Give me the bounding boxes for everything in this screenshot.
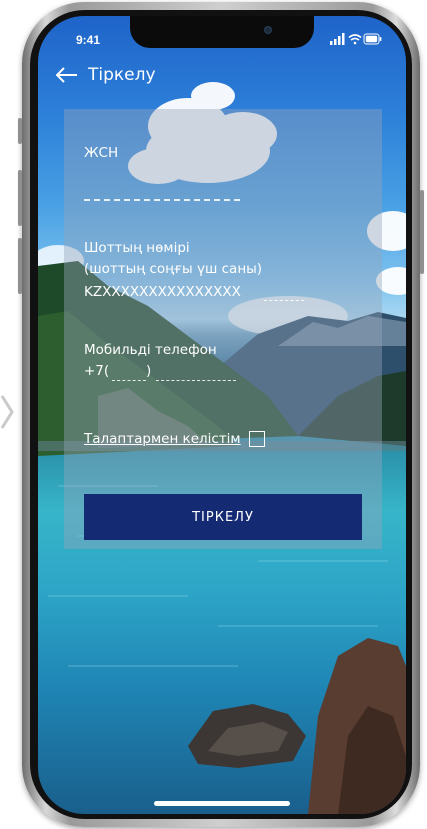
silent-switch — [18, 118, 22, 144]
iin-label: ЖСН — [84, 145, 119, 161]
iin-input[interactable] — [84, 171, 244, 195]
power-button — [420, 190, 424, 274]
account-label-line1: Шоттың нөмірі — [84, 240, 190, 256]
status-time: 9:41 — [76, 33, 101, 47]
phone-code-underline — [112, 380, 146, 381]
register-button[interactable]: ТІРКЕЛУ — [84, 494, 362, 540]
volume-up-button — [18, 170, 22, 226]
wifi-icon — [348, 34, 362, 45]
volume-down-button — [18, 238, 22, 294]
phone-label: Мобильді телефон — [84, 342, 217, 358]
agree-terms-link[interactable]: Талаптармен келістім — [84, 431, 241, 447]
iin-underline — [84, 199, 240, 201]
phone-number-underline — [156, 380, 236, 381]
phone-prefix: +7( — [84, 363, 110, 379]
account-label-line2: (шоттың соңғы үш саны) — [84, 261, 263, 277]
status-icons — [330, 33, 382, 45]
signal-icon — [330, 33, 345, 45]
agree-row: Талаптармен келістім — [84, 431, 265, 447]
front-camera — [264, 26, 272, 34]
home-indicator[interactable] — [154, 801, 290, 806]
page-title: Тіркелу — [88, 65, 156, 85]
chevron-right-icon — [0, 395, 14, 429]
battery-icon — [363, 33, 382, 45]
status-bar: 9:41 — [38, 16, 406, 60]
stage: 9:41 Тіркелу ЖСН Шоттың нөмірі (шоттың с… — [0, 0, 427, 829]
agree-checkbox[interactable] — [248, 431, 265, 447]
app-header: Тіркелу — [56, 64, 156, 86]
account-underline — [264, 300, 304, 301]
arrow-left-icon[interactable] — [56, 67, 78, 83]
registration-form: ЖСН Шоттың нөмірі (шоттың соңғы үш саны)… — [64, 109, 382, 549]
app-screen: 9:41 Тіркелу ЖСН Шоттың нөмірі (шоттың с… — [38, 16, 406, 814]
notch — [130, 16, 314, 48]
